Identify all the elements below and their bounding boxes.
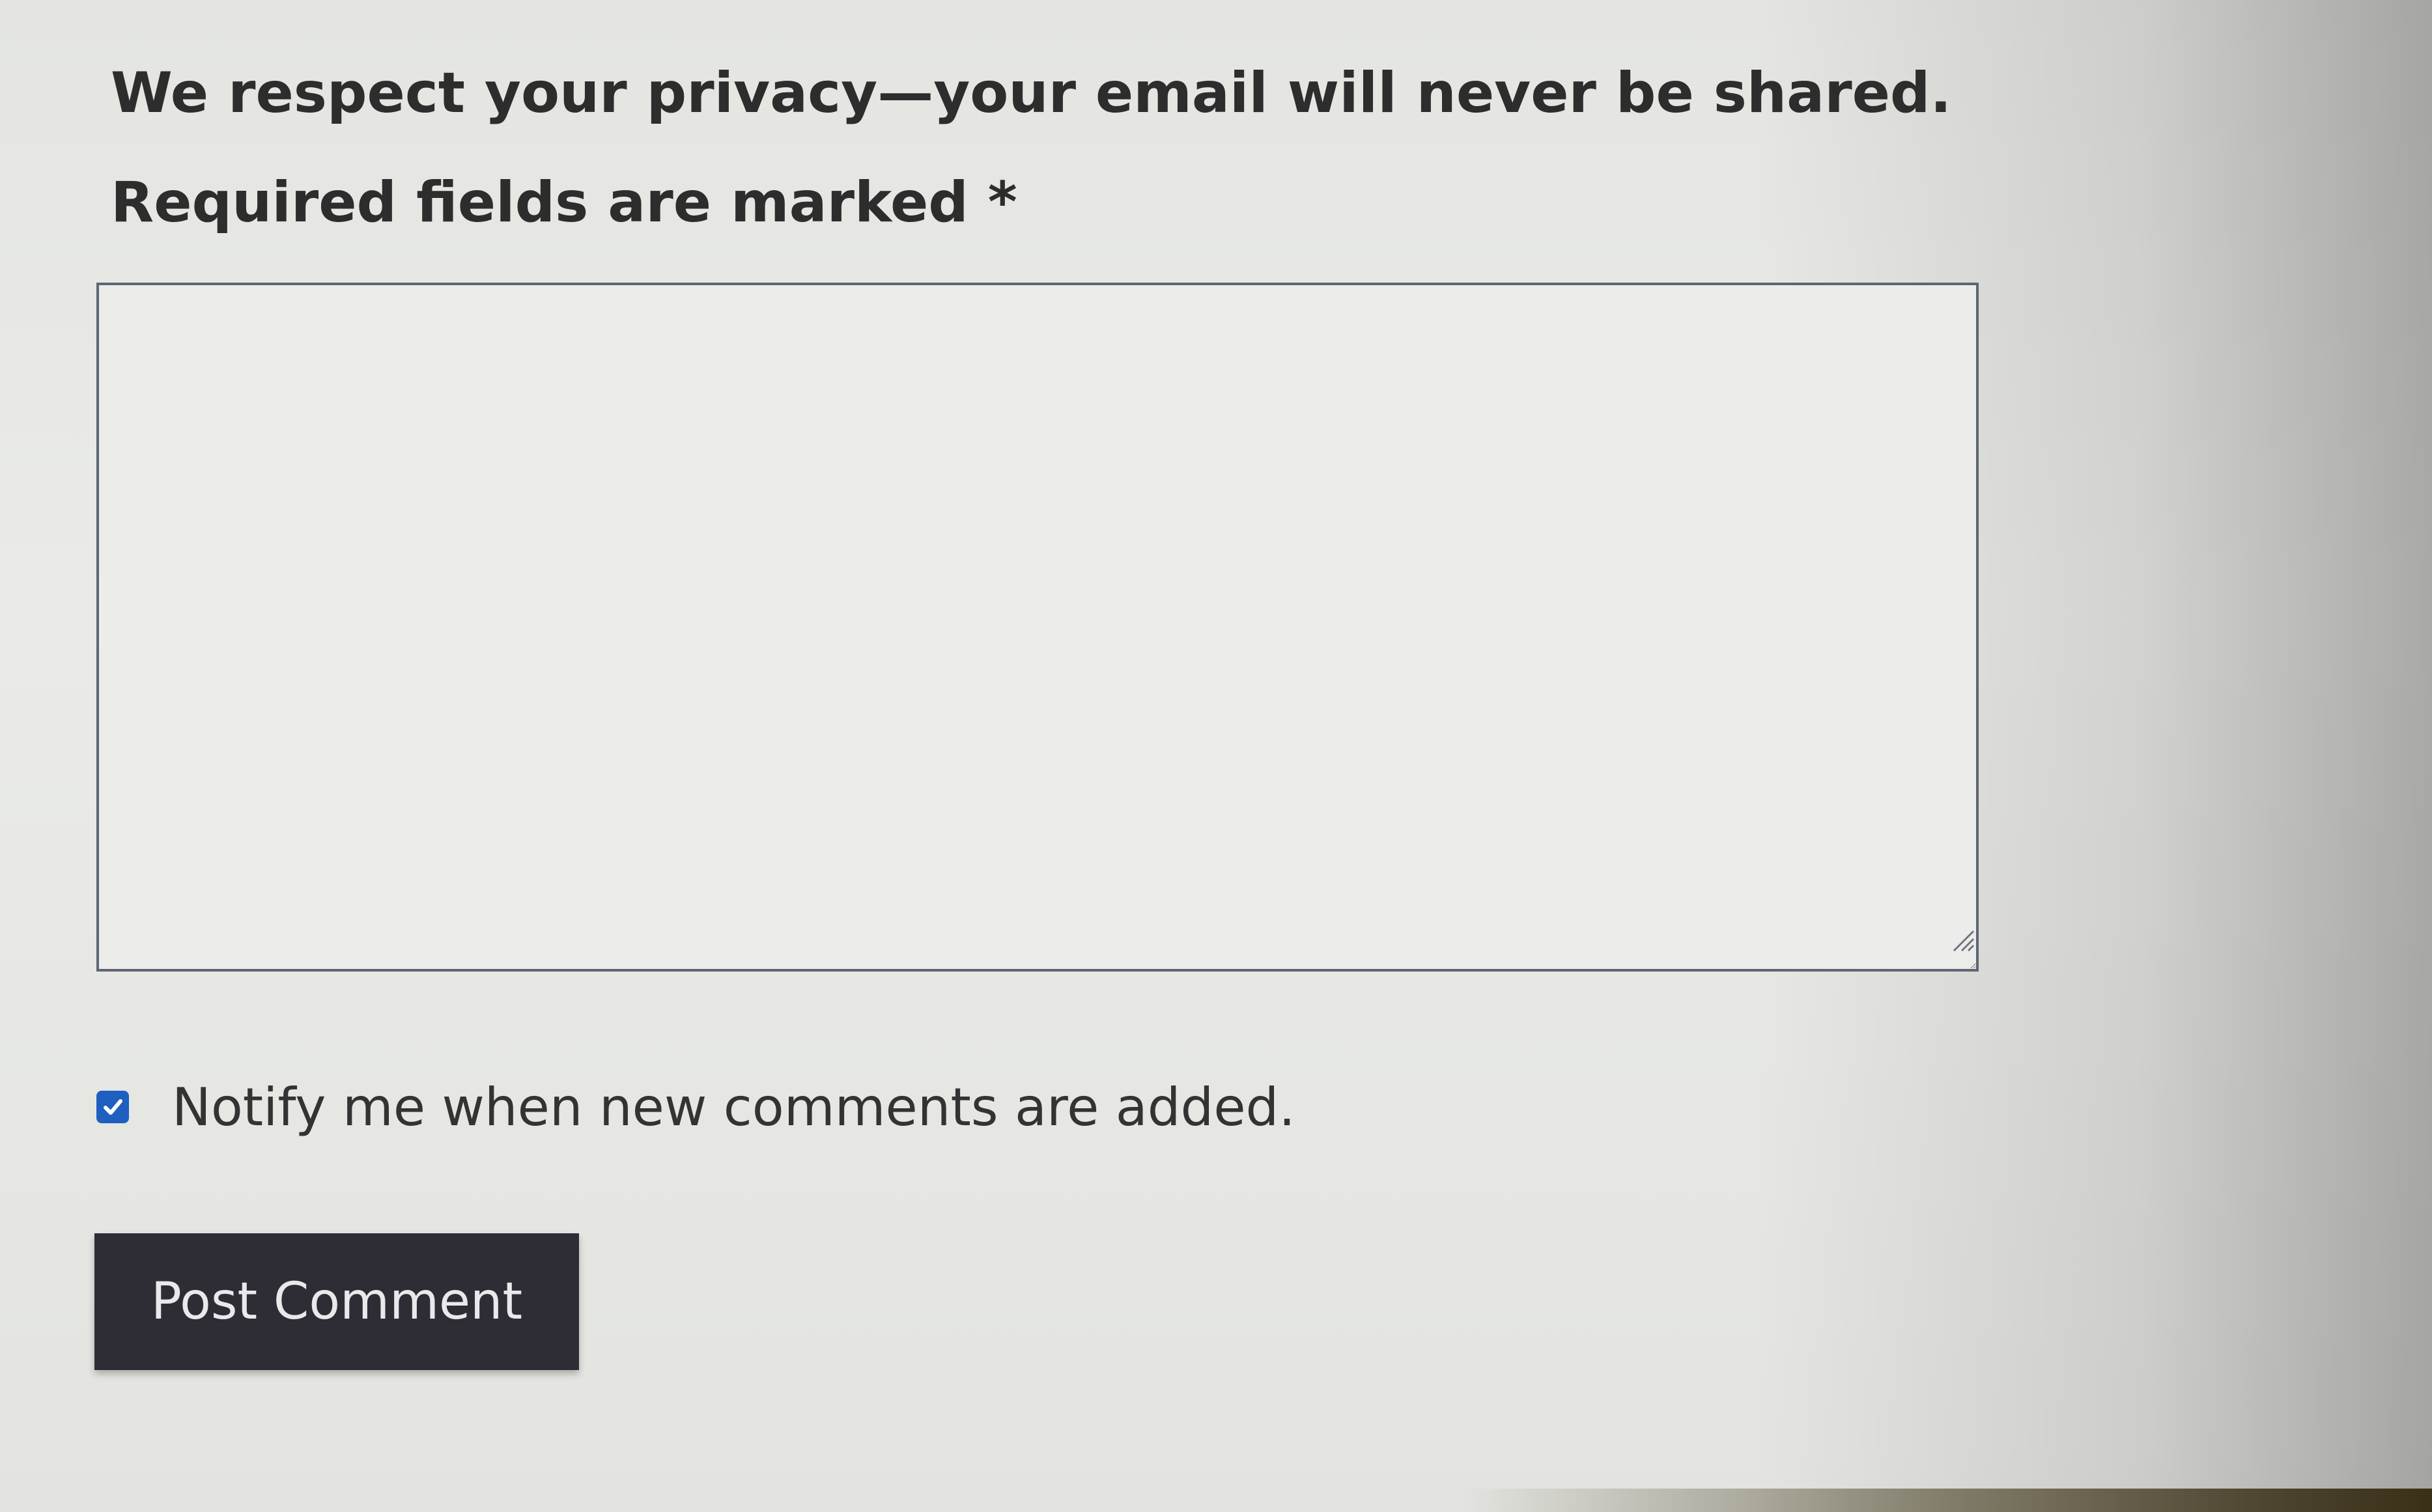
notify-checkbox[interactable]	[96, 1091, 129, 1123]
notify-label[interactable]: Notify me when new comments are added.	[172, 1077, 1295, 1138]
notify-option[interactable]: Notify me when new comments are added.	[96, 1074, 1295, 1140]
post-comment-button[interactable]: Post Comment	[94, 1233, 579, 1370]
screen-bottom-edge	[0, 1489, 2432, 1512]
resize-grip-icon[interactable]	[1947, 925, 1976, 953]
privacy-note: We respect your privacy—your email will …	[111, 61, 1952, 126]
comment-textarea[interactable]	[96, 283, 1979, 972]
checkmark-icon	[104, 1099, 122, 1115]
required-fields-note: Required fields are marked *	[111, 170, 1017, 235]
